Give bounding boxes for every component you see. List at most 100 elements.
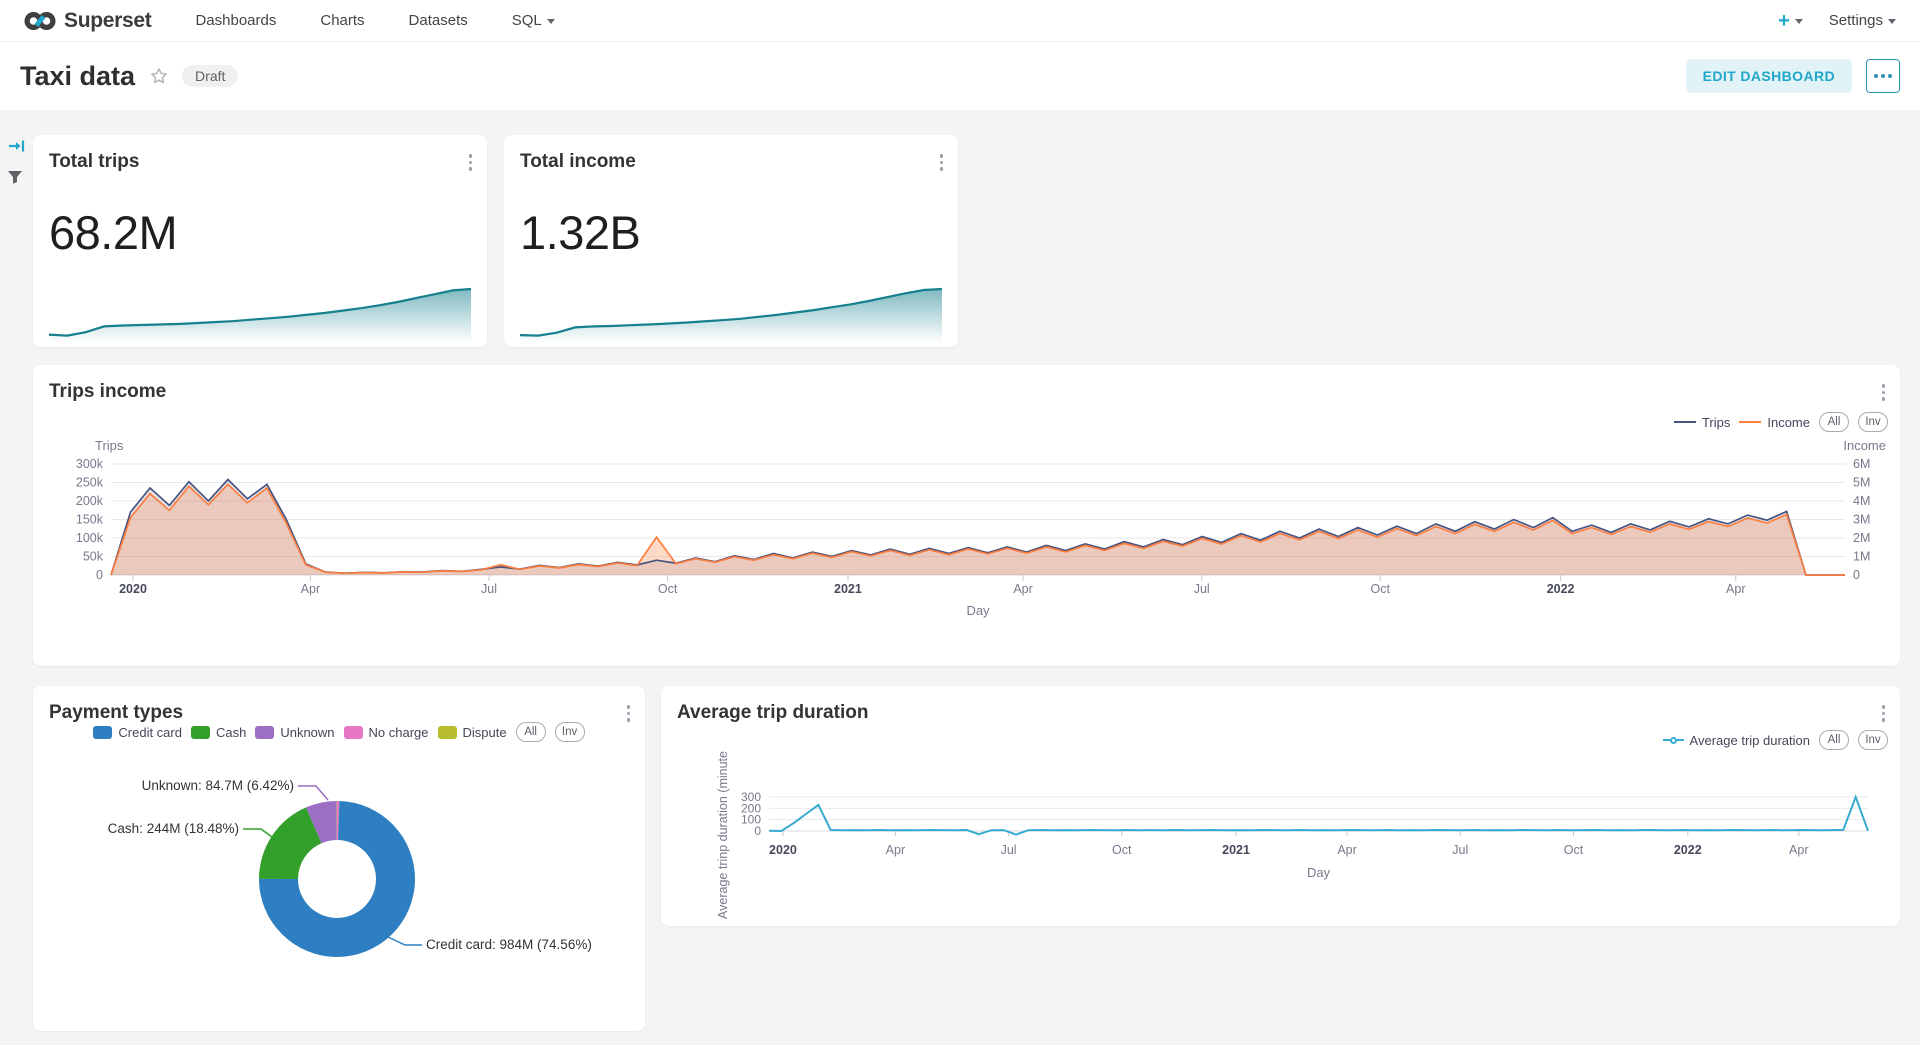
nav-charts[interactable]: Charts — [320, 12, 364, 29]
chevron-down-icon — [1888, 19, 1896, 24]
svg-text:300: 300 — [741, 790, 761, 804]
svg-text:100: 100 — [741, 813, 761, 827]
legend-item-dispute[interactable]: Dispute — [438, 725, 507, 740]
trips-income-legend: Trips Income All Inv — [1674, 412, 1888, 432]
svg-text:2020: 2020 — [769, 843, 797, 857]
new-item-button[interactable]: + — [1778, 11, 1803, 31]
legend-item-trips[interactable]: Trips — [1674, 415, 1730, 430]
avg-trip-duration-legend: Average trip duration All Inv — [1663, 730, 1888, 750]
filter-funnel-icon[interactable] — [7, 170, 23, 189]
legend-swatch — [93, 726, 112, 739]
legend-item-credit-card[interactable]: Credit card — [93, 725, 182, 740]
chevron-down-icon — [1795, 19, 1803, 24]
legend-pill-all[interactable]: All — [516, 722, 546, 742]
svg-text:Oct: Oct — [1371, 582, 1391, 596]
svg-text:2022: 2022 — [1547, 582, 1575, 596]
nav-dashboards[interactable]: Dashboards — [195, 12, 276, 29]
top-nav: Superset Dashboards Charts Datasets SQL … — [0, 0, 1920, 42]
dashboard-content: Total trips 68.2M Total income 1.32B Tri… — [0, 110, 1920, 1045]
legend-swatch — [344, 726, 363, 739]
nav-datasets[interactable]: Datasets — [409, 12, 468, 29]
total-income-sparkline-chart — [504, 279, 958, 345]
status-badge: Draft — [182, 65, 238, 87]
kebab-menu-icon[interactable] — [936, 150, 948, 175]
legend-swatch — [255, 726, 274, 739]
trips-income-card: Trips income TripsIncomeAllInv 300k6M250… — [33, 365, 1900, 666]
card-title: Trips income — [49, 381, 166, 403]
svg-text:Apr: Apr — [301, 582, 320, 596]
legend-pill-inv[interactable]: Inv — [1858, 412, 1888, 432]
svg-text:Income: Income — [1843, 438, 1886, 453]
card-title: Total trips — [49, 151, 139, 173]
svg-text:0: 0 — [96, 568, 103, 582]
main-nav: Dashboards Charts Datasets SQL — [195, 12, 554, 29]
nav-sql[interactable]: SQL — [512, 12, 555, 29]
svg-text:Credit card: 984M (74.56%): Credit card: 984M (74.56%) — [426, 937, 592, 952]
edit-dashboard-button[interactable]: EDIT DASHBOARD — [1686, 59, 1852, 93]
svg-text:Apr: Apr — [1337, 843, 1356, 857]
svg-text:Day: Day — [1307, 865, 1331, 880]
svg-text:200: 200 — [741, 801, 761, 815]
kpi-value: 1.32B — [520, 205, 640, 260]
svg-text:300k: 300k — [76, 457, 104, 471]
svg-text:Apr: Apr — [886, 843, 905, 857]
expand-filter-bar-icon[interactable] — [8, 138, 26, 159]
superset-dashboard: Superset Dashboards Charts Datasets SQL … — [0, 0, 1920, 1045]
svg-text:6M: 6M — [1853, 457, 1870, 471]
svg-text:Jul: Jul — [481, 582, 497, 596]
legend-swatch — [191, 726, 210, 739]
legend-line-swatch — [1674, 421, 1696, 423]
superset-logo[interactable]: Superset — [24, 9, 151, 33]
payment-types-card: Payment types Credit card Cash Unknown No c… — [33, 686, 645, 1031]
svg-text:Oct: Oct — [1564, 843, 1584, 857]
legend-pill-all[interactable]: All — [1819, 412, 1849, 432]
svg-text:3M: 3M — [1853, 513, 1870, 527]
legend-item-income[interactable]: Income — [1739, 415, 1810, 430]
trips-income-chart: 300k6M250k5M200k4M150k3M100k2M50k1M00Tri… — [33, 365, 1900, 666]
kebab-menu-icon[interactable] — [1878, 701, 1890, 726]
svg-text:2M: 2M — [1853, 531, 1870, 545]
svg-text:Apr: Apr — [1726, 582, 1745, 596]
kebab-menu-icon[interactable] — [1878, 380, 1890, 405]
legend-item-unknown[interactable]: Unknown — [255, 725, 334, 740]
svg-text:1M: 1M — [1853, 550, 1870, 564]
chevron-down-icon — [547, 19, 555, 24]
svg-text:Jul: Jul — [1452, 843, 1468, 857]
svg-text:0: 0 — [754, 824, 761, 838]
svg-text:Trips: Trips — [95, 438, 124, 453]
svg-text:Apr: Apr — [1789, 843, 1808, 857]
legend-item-cash[interactable]: Cash — [191, 725, 246, 740]
svg-text:100k: 100k — [76, 531, 104, 545]
svg-text:Day: Day — [966, 603, 990, 618]
legend-pill-all[interactable]: All — [1819, 730, 1849, 750]
svg-text:250k: 250k — [76, 476, 104, 490]
svg-text:Jul: Jul — [1194, 582, 1210, 596]
svg-text:0: 0 — [1853, 568, 1860, 582]
infinity-logo-icon — [24, 9, 56, 33]
svg-text:Oct: Oct — [658, 582, 678, 596]
total-income-card: Total income 1.32B — [504, 135, 958, 347]
page-title: Taxi data — [20, 61, 135, 92]
legend-pill-inv[interactable]: Inv — [555, 722, 585, 742]
svg-text:2022: 2022 — [1674, 843, 1702, 857]
dashboard-header: Taxi data Draft EDIT DASHBOARD — [0, 42, 1920, 110]
settings-menu[interactable]: Settings — [1829, 12, 1896, 29]
payment-types-legend: Credit card Cash Unknown No charge Dispute Al… — [33, 722, 645, 742]
svg-text:Jul: Jul — [1001, 843, 1017, 857]
svg-text:Apr: Apr — [1013, 582, 1032, 596]
legend-line-swatch — [1739, 421, 1761, 423]
legend-item-no-charge[interactable]: No charge — [344, 725, 429, 740]
card-title: Payment types — [49, 702, 183, 724]
legend-item-average-trip-duration[interactable]: Average trip duration — [1663, 733, 1810, 748]
total-trips-card: Total trips 68.2M — [33, 135, 487, 347]
kebab-menu-icon[interactable] — [465, 150, 477, 175]
svg-text:150k: 150k — [76, 513, 104, 527]
more-options-button[interactable] — [1866, 59, 1900, 93]
svg-text:4M: 4M — [1853, 494, 1870, 508]
svg-text:Oct: Oct — [1112, 843, 1132, 857]
svg-text:5M: 5M — [1853, 476, 1870, 490]
legend-pill-inv[interactable]: Inv — [1858, 730, 1888, 750]
legend-line-marker — [1663, 737, 1684, 744]
favorite-star-icon[interactable] — [149, 66, 169, 86]
svg-text:2020: 2020 — [119, 582, 147, 596]
